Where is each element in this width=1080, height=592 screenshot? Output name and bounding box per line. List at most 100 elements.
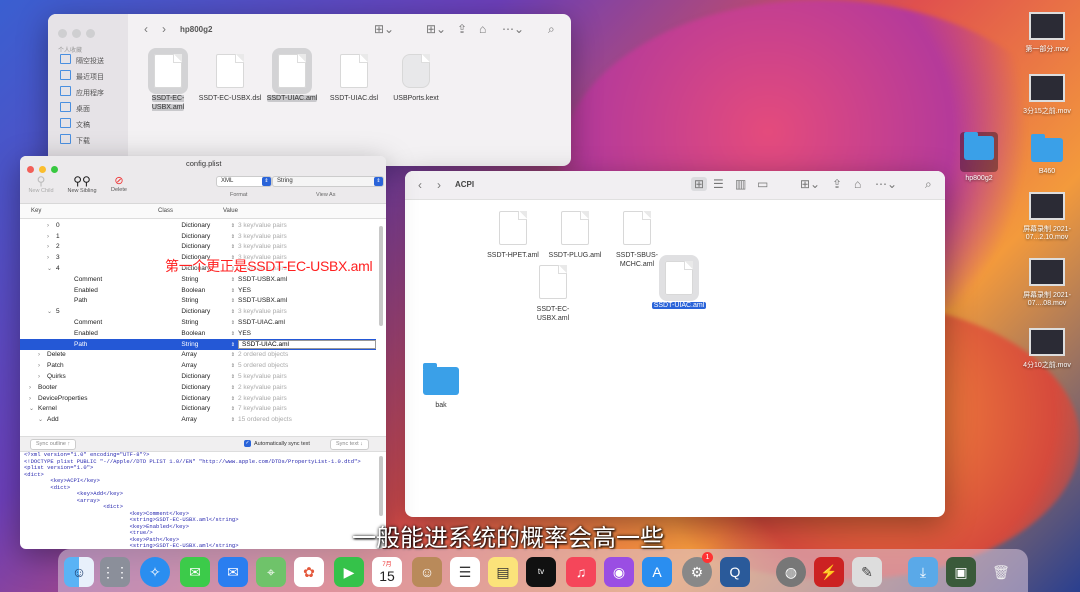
disclosure-icon[interactable]: › — [47, 244, 56, 250]
disclosure-icon[interactable]: › — [47, 234, 56, 240]
file-item[interactable]: SSDT-UIAC.dsl — [322, 54, 386, 103]
desktop-item[interactable]: B460 — [1012, 134, 1080, 175]
share-icon[interactable]: ⇪ — [832, 177, 842, 191]
file-item[interactable]: USBPorts.kext — [384, 54, 448, 103]
plist-row[interactable]: Path String ⇕ SSDT-UIAC.aml — [20, 338, 376, 350]
plist-row[interactable]: › Patch Array ⇕ 5 ordered objects — [20, 360, 376, 371]
group-icon[interactable]: ⊞⌄ — [426, 22, 446, 36]
new-child-button[interactable]: ⚲ New Child — [26, 174, 56, 194]
delete-button[interactable]: ⊘ Delete — [106, 174, 132, 193]
trash-icon[interactable]: 🗑 — [986, 557, 1016, 587]
safari-icon[interactable]: ✧ — [140, 557, 170, 587]
row-value[interactable]: SSDT-USBX.aml — [238, 276, 287, 283]
sync-outline-button[interactable]: Sync outline ↑ — [30, 439, 77, 450]
script-editor-icon[interactable]: ✎ — [852, 557, 882, 587]
plist-row[interactable]: › 0 Dictionary ⇕ 3 key/value pairs — [20, 220, 376, 231]
disclosure-icon[interactable]: › — [38, 363, 47, 369]
sync-text-button[interactable]: Sync text ↓ — [330, 439, 369, 450]
downloads-folder-icon[interactable]: ⤓ — [908, 557, 938, 587]
search-icon[interactable]: ⌕ — [925, 177, 932, 192]
back-button[interactable]: ‹ — [144, 22, 148, 36]
tag-icon[interactable]: ⌂ — [854, 177, 861, 191]
plist-row[interactable]: Comment String ⇕ SSDT-UIAC.aml — [20, 317, 376, 328]
folder-item[interactable]: bak — [409, 363, 473, 410]
forward-button[interactable]: › — [437, 178, 441, 192]
more-icon[interactable]: ⋯⌄ — [502, 22, 524, 36]
reminders-icon[interactable]: ☰ — [450, 557, 480, 587]
desktop-item[interactable]: 3分15之前.mov — [1012, 74, 1080, 116]
proper-tree-icon[interactable]: ⚡ — [814, 557, 844, 587]
group-icon[interactable]: ⊞⌄ — [800, 177, 820, 191]
plist-row[interactable]: › 1 Dictionary ⇕ 3 key/value pairs — [20, 231, 376, 242]
view-as-select[interactable]: String ⇕ — [272, 176, 384, 187]
back-button[interactable]: ‹ — [418, 178, 422, 192]
forward-button[interactable]: › — [162, 22, 166, 36]
disclosure-icon[interactable]: › — [47, 223, 56, 229]
view-gallery-icon[interactable]: ▭ — [757, 177, 768, 191]
mail-icon[interactable]: ✉ — [218, 557, 248, 587]
zoom-button[interactable] — [86, 29, 95, 38]
search-icon[interactable]: ⌕ — [548, 22, 555, 37]
desktop-item[interactable]: 第一部分.mov — [1012, 12, 1080, 54]
plist-row[interactable]: › 2 Dictionary ⇕ 3 key/value pairs — [20, 242, 376, 253]
desktop-item[interactable]: 屏幕录制 2021-07....08.mov — [1012, 258, 1080, 307]
view-icons-button[interactable]: ⊞ — [691, 177, 708, 191]
desktop-item[interactable]: hp800g2 — [944, 132, 1014, 182]
finder-icon[interactable]: ☺ — [64, 557, 94, 587]
row-value[interactable]: SSDT-UIAC.aml — [238, 339, 376, 349]
contacts-icon[interactable]: ☺ — [412, 557, 442, 587]
view-columns-icon[interactable]: ▥ — [735, 177, 746, 191]
maps-icon[interactable]: ⌖ — [256, 557, 286, 587]
disclosure-icon[interactable]: ⌄ — [47, 308, 56, 315]
podcasts-icon[interactable]: ◉ — [604, 557, 634, 587]
view-list-icon[interactable]: ☰ — [713, 177, 724, 191]
launchpad-icon[interactable]: ⋮⋮ — [100, 557, 130, 587]
minimize-button[interactable] — [39, 166, 46, 173]
plist-row[interactable]: › Quirks Dictionary ⇕ 5 key/value pairs — [20, 371, 376, 382]
disclosure-icon[interactable]: › — [38, 352, 47, 358]
file-item[interactable]: SSDT-UIAC.aml — [260, 48, 324, 103]
key-header[interactable]: Key — [31, 204, 41, 218]
quicktime-icon[interactable]: Q — [720, 557, 750, 587]
plist-row[interactable]: › Delete Array ⇕ 2 ordered objects — [20, 350, 376, 361]
file-item[interactable]: SSDT-EC-USBX.dsl — [198, 54, 262, 103]
value-header[interactable]: Value — [223, 204, 238, 218]
share-icon[interactable]: ⇪ — [457, 22, 467, 36]
file-item[interactable]: SSDT-PLUG.aml — [543, 211, 607, 260]
disclosure-icon[interactable]: › — [29, 385, 38, 391]
more-icon[interactable]: ⋯⌄ — [875, 177, 897, 191]
plist-row[interactable]: Enabled Boolean ⇕ YES — [20, 285, 376, 296]
sidebar-item-applications[interactable]: 应用程序 — [48, 86, 128, 102]
plist-row[interactable]: ⌄ Add Array ⇕ 15 ordered objects — [20, 414, 376, 425]
disclosure-icon[interactable]: ⌄ — [38, 416, 47, 423]
row-value[interactable]: YES — [238, 287, 251, 294]
plist-row[interactable]: › Booter Dictionary ⇕ 2 key/value pairs — [20, 382, 376, 393]
close-button[interactable] — [27, 166, 34, 173]
sidebar-item-recents[interactable]: 最近项目 — [48, 70, 128, 86]
recent-item-icon[interactable]: ▣ — [946, 557, 976, 587]
plist-row[interactable]: Path String ⇕ SSDT-USBX.aml — [20, 296, 376, 307]
disclosure-icon[interactable]: › — [38, 374, 47, 380]
plist-row[interactable]: Enabled Boolean ⇕ YES — [20, 328, 376, 339]
plist-row[interactable]: ⌄ Kernel Dictionary ⇕ 7 key/value pairs — [20, 404, 376, 415]
desktop-item[interactable]: 屏幕录制 2021-07...2.10.mov — [1012, 192, 1080, 241]
desktop-item[interactable]: 4分10之前.mov — [1012, 328, 1080, 370]
plist-row[interactable]: ⌄ 5 Dictionary ⇕ 3 key/value pairs — [20, 306, 376, 317]
new-sibling-button[interactable]: ⚲⚲ New Sibling — [64, 174, 100, 194]
sidebar-item-airdrop[interactable]: 隔空投送 — [48, 54, 128, 70]
class-header[interactable]: Class — [158, 204, 173, 218]
music-icon[interactable]: ♫ — [566, 557, 596, 587]
tag-icon[interactable]: ⌂ — [479, 22, 486, 36]
sidebar-item-desktop[interactable]: 桌面 — [48, 102, 128, 118]
notes-icon[interactable]: ▤ — [488, 557, 518, 587]
view-grid-icon[interactable]: ⊞⌄ — [374, 22, 394, 36]
photos-icon[interactable]: ✿ — [294, 557, 324, 587]
row-value[interactable]: SSDT-UIAC.aml — [238, 319, 285, 326]
outline-scrollbar[interactable] — [379, 226, 383, 326]
auto-sync-checkbox[interactable]: ✓ — [244, 440, 251, 447]
file-item[interactable]: SSDT-EC-USBX.aml — [136, 48, 200, 112]
row-value[interactable]: SSDT-USBX.aml — [238, 297, 287, 304]
file-item[interactable]: SSDT-HPET.aml — [481, 211, 545, 260]
sidebar-item-downloads[interactable]: 下载 — [48, 134, 128, 150]
minimize-button[interactable] — [72, 29, 81, 38]
